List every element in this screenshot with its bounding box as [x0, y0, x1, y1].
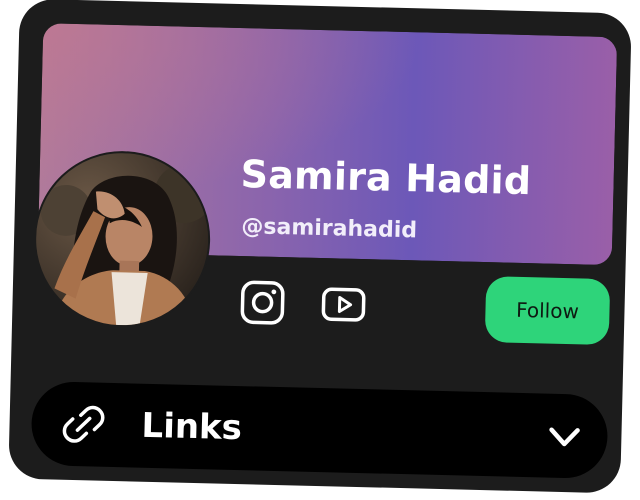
avatar-photo [34, 151, 211, 328]
profile-card: Samira Hadid @samirahadid Follow Links [8, 0, 632, 494]
youtube-icon[interactable] [320, 281, 367, 328]
chevron-down-icon[interactable] [547, 422, 582, 453]
profile-name: Samira Hadid [240, 152, 532, 204]
link-icon [59, 400, 108, 449]
follow-button[interactable]: Follow [484, 276, 611, 346]
links-dropdown[interactable]: Links [30, 381, 609, 480]
links-label: Links [141, 405, 243, 449]
profile-handle: @samirahadid [241, 214, 418, 244]
instagram-icon[interactable] [239, 279, 286, 326]
